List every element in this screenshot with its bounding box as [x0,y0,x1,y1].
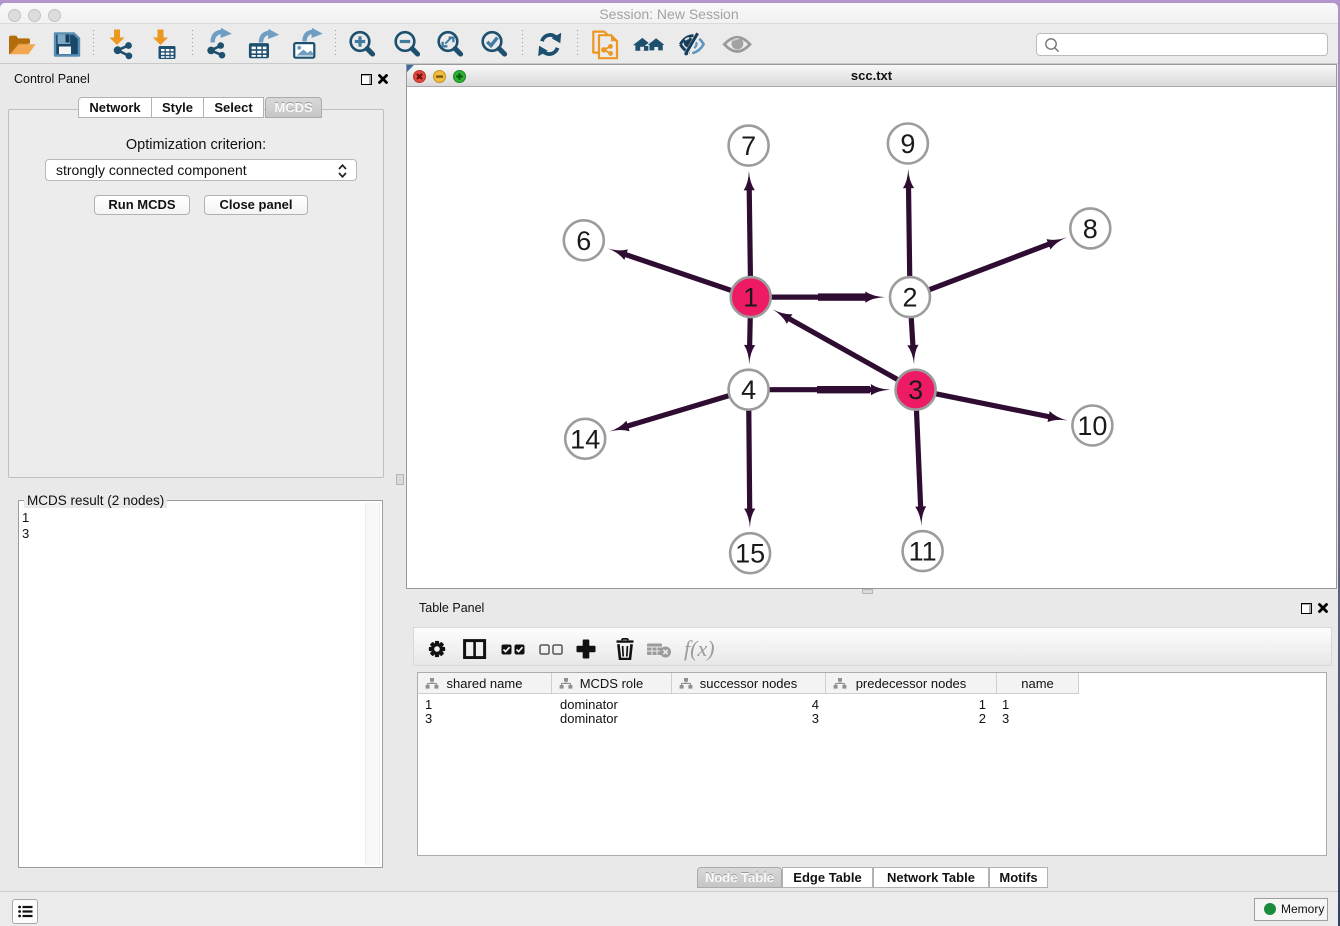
svg-text:8: 8 [1083,214,1098,244]
svg-text:14: 14 [570,424,600,454]
svg-text:11: 11 [909,537,937,567]
svg-text:6: 6 [576,226,591,256]
svg-text:9: 9 [900,129,915,159]
svg-text:3: 3 [908,375,923,405]
svg-text:10: 10 [1077,411,1107,441]
svg-text:4: 4 [741,375,756,405]
svg-text:1: 1 [743,283,758,313]
svg-text:2: 2 [902,283,917,313]
svg-text:7: 7 [741,131,756,161]
svg-text:15: 15 [735,539,765,569]
